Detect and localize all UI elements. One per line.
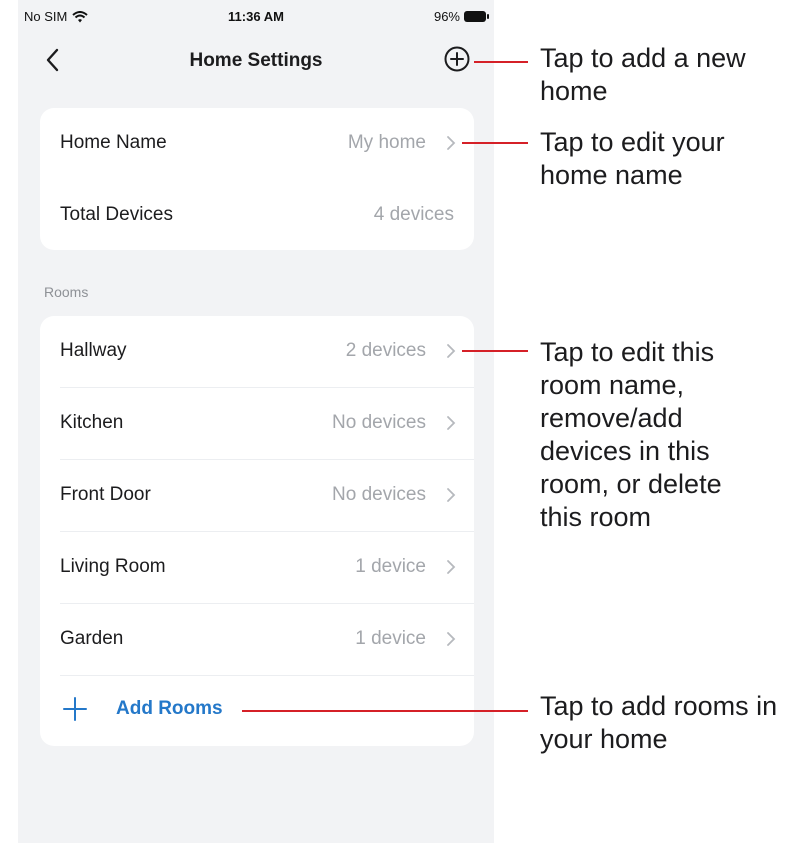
- room-device-count: No devices: [332, 484, 426, 505]
- phone-screen: No SIM 11:36 AM 96% Home Settings Home N…: [18, 0, 494, 843]
- room-name: Front Door: [60, 484, 151, 505]
- chevron-right-icon: [447, 344, 456, 358]
- rooms-section-header: Rooms: [44, 284, 89, 300]
- clock: 11:36 AM: [228, 9, 284, 24]
- room-name: Hallway: [60, 340, 127, 361]
- total-devices-label: Total Devices: [60, 204, 173, 225]
- plus-icon: [63, 697, 87, 721]
- battery-status: 96%: [433, 9, 489, 24]
- room-row-living-room[interactable]: Living Room 1 device: [40, 532, 474, 604]
- callout-line-add-home: [474, 61, 528, 63]
- plus-circle-icon[interactable]: [442, 44, 472, 74]
- page-title: Home Settings: [189, 50, 323, 71]
- total-devices-row: Total Devices 4 devices: [40, 180, 474, 252]
- add-rooms-label: Add Rooms: [116, 698, 223, 719]
- room-name: Kitchen: [60, 412, 124, 433]
- callout-edit-home-name: Tap to edit your home name: [540, 127, 725, 190]
- chevron-right-icon: [447, 488, 456, 502]
- room-name: Living Room: [60, 556, 166, 577]
- chevron-right-icon: [447, 560, 456, 574]
- callout-edit-room: Tap to edit this room name, remove/add d…: [540, 337, 722, 532]
- callout-add-rooms: Tap to add rooms in your home: [540, 691, 778, 754]
- battery-percent: 96%: [433, 9, 460, 24]
- home-info-card: Home Name My home Total Devices 4 device…: [40, 108, 474, 250]
- callout-line-room: [462, 350, 528, 352]
- chevron-right-icon: [447, 136, 456, 150]
- room-device-count: 2 devices: [345, 340, 426, 361]
- navigation-bar: Home Settings: [18, 38, 494, 84]
- chevron-right-icon: [447, 632, 456, 646]
- status-bar: No SIM 11:36 AM 96%: [18, 0, 494, 34]
- battery-icon: [464, 11, 489, 22]
- room-row-front-door[interactable]: Front Door No devices: [40, 460, 474, 532]
- callout-line-add-rooms: [242, 710, 528, 712]
- callout-line-home-name: [462, 142, 528, 144]
- total-devices-value: 4 devices: [373, 204, 454, 225]
- home-name-label: Home Name: [60, 132, 167, 153]
- room-device-count: 1 device: [355, 556, 426, 577]
- home-name-value: My home: [347, 132, 426, 153]
- chevron-right-icon: [447, 416, 456, 430]
- room-name: Garden: [60, 628, 124, 649]
- room-row-hallway[interactable]: Hallway 2 devices: [40, 316, 474, 388]
- room-device-count: 1 device: [355, 628, 426, 649]
- room-row-garden[interactable]: Garden 1 device: [40, 604, 474, 676]
- rooms-card: Hallway 2 devices Kitchen No devices Fro…: [40, 316, 474, 746]
- home-name-row[interactable]: Home Name My home: [40, 108, 474, 180]
- room-device-count: No devices: [332, 412, 426, 433]
- callout-add-home: Tap to add a new home: [540, 43, 746, 106]
- room-row-kitchen[interactable]: Kitchen No devices: [40, 388, 474, 460]
